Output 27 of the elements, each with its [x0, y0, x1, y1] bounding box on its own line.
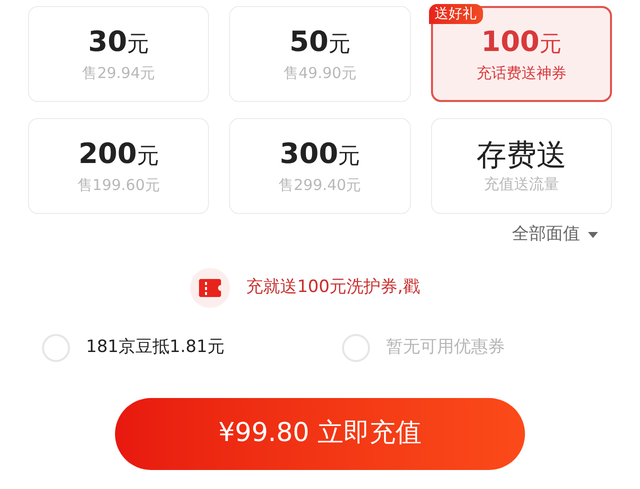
- promo-link[interactable]: 充就送100元洗护券,戳: [246, 274, 420, 300]
- card-subtitle: 充话费送神券: [476, 63, 566, 83]
- ticket-icon: [199, 278, 222, 296]
- caret-icon: [588, 232, 598, 238]
- denomination-card[interactable]: 300元 售299.40元: [229, 118, 411, 214]
- amount-text: 200元: [78, 137, 159, 172]
- amount-text: 300元: [280, 137, 360, 172]
- promo-title: 存费送: [476, 138, 566, 174]
- denomination-card[interactable]: 送好礼 100元 充话费送神券: [430, 6, 612, 102]
- radio-button[interactable]: [42, 334, 70, 362]
- card-subtitle: 售299.40元: [278, 175, 362, 195]
- amount-text: 100元: [481, 25, 562, 60]
- amount-text: 50元: [290, 25, 350, 60]
- discount-label: 暂无可用优惠券: [386, 336, 505, 359]
- denomination-filter[interactable]: 全部面值: [512, 222, 598, 248]
- card-subtitle: 充值送流量: [484, 174, 559, 194]
- card-subtitle: 售199.60元: [77, 175, 160, 195]
- amount-text: 30元: [88, 25, 150, 60]
- pay-button[interactable]: ¥99.80 立即充值: [115, 398, 525, 470]
- denomination-card[interactable]: 200元 售199.60元: [28, 118, 210, 214]
- card-subtitle: 售29.94元: [82, 63, 156, 83]
- denomination-card[interactable]: 50元 售49.90元: [229, 6, 411, 102]
- denomination-card[interactable]: 30元 售29.94元: [28, 6, 210, 102]
- discount-label: 181京豆抵1.81元: [86, 336, 224, 359]
- gift-badge: 送好礼: [428, 4, 483, 24]
- denomination-card[interactable]: 存费送 充值送流量: [430, 118, 612, 214]
- card-subtitle: 售49.90元: [284, 63, 356, 83]
